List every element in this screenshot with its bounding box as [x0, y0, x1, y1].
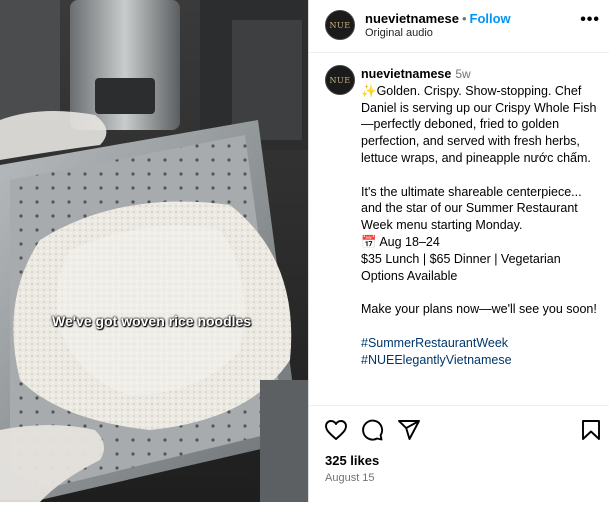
hashtag-link[interactable]: #NUEElegantlyVietnamese [361, 352, 597, 369]
caption-text: Make your plans now—we'll see you soon! [361, 302, 597, 317]
caption-text: ✨Golden. Crispy. Show-stopping. Chef Dan… [361, 83, 597, 165]
hashtag-link[interactable]: #SummerRestaurantWeek [361, 335, 597, 352]
caption-dates: 📅 Aug 18–24 [361, 234, 440, 249]
post-sidebar: NUE nuevietnamese • Follow Original audio … [308, 0, 609, 503]
heart-icon[interactable] [324, 418, 348, 442]
avatar[interactable]: NUE [325, 10, 355, 40]
avatar-text: NUE [329, 75, 351, 85]
separator: • [461, 11, 467, 26]
post-time[interactable]: 5w [455, 67, 470, 81]
caption-author[interactable]: nuevietnamese [361, 67, 451, 81]
share-icon[interactable] [397, 418, 421, 442]
post-caption: nuevietnamese 5w ✨Golden. Crispy. Show-st… [361, 66, 597, 368]
video-player[interactable]: We've got woven rice noodles [0, 0, 308, 502]
video-caption: We've got woven rice noodles [52, 313, 252, 329]
bookmark-icon[interactable] [579, 418, 603, 442]
caption-text: It's the ultimate shareable centerpiece.… [361, 184, 582, 233]
avatar[interactable]: NUE [325, 65, 355, 95]
header-user-line: nuevietnamese • Follow [365, 11, 511, 26]
comment-icon[interactable] [360, 418, 384, 442]
audio-link[interactable]: Original audio [365, 27, 433, 39]
action-bar: 325 likes August 15 [309, 405, 609, 503]
post-date[interactable]: August 15 [325, 472, 375, 484]
caption-prices: $35 Lunch | $65 Dinner | Vegetarian Opti… [361, 251, 561, 283]
avatar-text: NUE [329, 20, 351, 30]
video-frame [0, 0, 308, 502]
likes-count[interactable]: 325 likes [325, 453, 379, 468]
more-options-button[interactable]: ••• [580, 11, 600, 29]
post-header: NUE nuevietnamese • Follow Original audio … [309, 0, 609, 53]
username-link[interactable]: nuevietnamese [365, 11, 459, 26]
follow-button[interactable]: Follow [470, 11, 511, 26]
caption-section: NUE nuevietnamese 5w ✨Golden. Crispy. Sho… [309, 53, 609, 405]
post-viewer: We've got woven rice noodles NUE nueviet… [0, 0, 609, 510]
